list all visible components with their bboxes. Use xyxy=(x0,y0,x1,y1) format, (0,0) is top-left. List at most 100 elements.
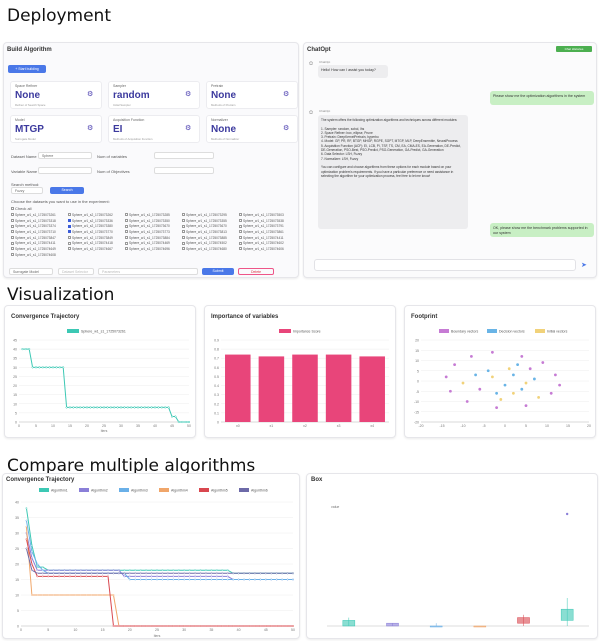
algorithm-card[interactable]: Acquisition Function EI Methods of Acquisi… xyxy=(108,115,200,143)
dataset-name: Sphere_w1_s1_1725073885 xyxy=(186,235,227,240)
dataset-checkbox[interactable]: Sphere_w1_s1_1725073261 xyxy=(11,213,68,217)
dataset-checkbox[interactable]: Sphere_w1_s1_1725073813 xyxy=(182,230,239,234)
dataset-checkbox[interactable]: Sphere_w1_s1_1725073355 xyxy=(182,219,239,223)
data-point xyxy=(107,575,109,578)
dataset-checkbox[interactable]: Sphere_w1_s1_1725073670 xyxy=(125,224,182,228)
gear-icon[interactable]: ⚙ xyxy=(87,125,95,132)
dataset-checkbox[interactable]: Sphere_w1_s1_1725074411 xyxy=(239,236,296,240)
dataset-checkbox[interactable]: Sphere_w1_s2_1725073380 xyxy=(68,224,125,228)
dataset-checkbox[interactable]: Sphere_w1_s1_1725074606 xyxy=(239,247,296,251)
scatter-point xyxy=(516,363,519,366)
data-point xyxy=(210,575,213,578)
dataset-checkbox[interactable]: Sphere_w1_s2_1725074667 xyxy=(68,247,125,251)
search-method-select[interactable]: Fuzzy xyxy=(11,187,43,194)
dataset-checkbox[interactable]: Sphere_w1_s1_1725073374 xyxy=(11,224,68,228)
dataset-checkbox[interactable]: Sphere_w1_s1_1725073295 xyxy=(182,213,239,217)
data-point xyxy=(51,366,55,369)
algorithm-card[interactable]: Space Refiner None Refiner of Search Space… xyxy=(10,81,102,109)
algorithm-card[interactable]: Normalizer None Methods of Normalizer ⚙ xyxy=(206,115,298,143)
dataset-checkbox[interactable]: Sphere_w1_s2_1725073770 xyxy=(68,230,125,234)
chat-message-user: Please show me the optimization algorith… xyxy=(490,91,594,105)
data-point xyxy=(79,572,82,575)
dataset-checkbox[interactable]: Sphere_w1_s1_1725074649 xyxy=(11,247,68,251)
dataset-checkbox[interactable]: Sphere_w1_s1_1725073318 xyxy=(11,219,68,223)
data-point xyxy=(107,594,109,596)
submit-button[interactable]: Submit xyxy=(202,268,234,275)
dataset-checkbox[interactable]: Sphere_w1_s1_1725073773 xyxy=(125,230,182,234)
dataset-checkbox[interactable]: Sphere_w1_s1_1725074608 xyxy=(11,253,68,257)
num-variables-input[interactable] xyxy=(154,152,214,159)
legend-swatch xyxy=(199,488,209,492)
x-tick-label: 40 xyxy=(153,424,157,428)
checkbox-icon xyxy=(68,247,71,251)
dataset-checkbox[interactable]: Sphere_w1_s1_1725073503 xyxy=(239,213,296,217)
check-all-checkbox[interactable]: Check all xyxy=(11,206,31,211)
gear-icon[interactable]: ⚙ xyxy=(185,125,193,132)
start-building-button[interactable]: + Start building xyxy=(8,65,46,73)
data-point xyxy=(226,578,229,581)
dataset-checkbox[interactable]: Sphere_w1_s1_1725074602 xyxy=(239,241,296,245)
dataset-checkbox[interactable]: Sphere_w1_s1_1725073670 xyxy=(182,224,239,228)
algorithm-card[interactable]: Sampler random Initial Sampler ⚙ xyxy=(108,81,200,109)
dataset-name: Sphere_w1_s1_1725073791 xyxy=(243,224,284,229)
dataset-checkbox[interactable]: Sphere_w1_s1_1725074696 xyxy=(125,247,182,251)
data-point xyxy=(188,572,191,575)
dataset-checkbox[interactable]: Sphere_w1_s1_1725073350 xyxy=(125,219,182,223)
dataset-name: Sphere_w1_s2_1725073770 xyxy=(72,229,113,234)
dataset-checkbox[interactable]: Sphere_w1_s1_1725074411 xyxy=(11,241,68,245)
gear-icon[interactable]: ⚙ xyxy=(185,91,193,98)
data-point xyxy=(215,625,218,627)
dataset-checkbox[interactable]: Sphere_w1_s2_1725073262 xyxy=(68,213,125,217)
delete-button[interactable]: Delete xyxy=(238,268,274,275)
variable-name-input[interactable] xyxy=(38,167,92,174)
parameters-input[interactable]: Parameters xyxy=(98,268,198,275)
data-point xyxy=(150,569,153,572)
y-tick-label: 5 xyxy=(17,609,19,613)
num-objectives-input[interactable] xyxy=(154,167,214,174)
scatter-point xyxy=(549,391,553,395)
dataset-checkbox[interactable]: Sphere_w1_s1_1725073285 xyxy=(125,213,182,217)
data-point xyxy=(25,547,28,550)
dataset-checkbox[interactable]: Sphere_w1_s1_1725073791 xyxy=(239,224,296,228)
dataset-checkbox[interactable]: Sphere_w1_s2_1725074418 xyxy=(68,241,125,245)
dataset-checkbox[interactable]: Sphere_w1_s1_1725073847 xyxy=(11,236,68,240)
send-icon[interactable]: ➤ xyxy=(581,261,587,269)
bar xyxy=(292,354,318,422)
data-point xyxy=(139,572,142,575)
algorithm-card[interactable]: Pretrain None Methods of Pretrain ⚙ xyxy=(206,81,298,109)
data-point xyxy=(215,569,218,572)
data-point xyxy=(275,578,278,581)
dataset-checkbox[interactable]: Sphere_w1_s1_1725074680 xyxy=(182,247,239,251)
chat-histories-tab[interactable]: Chat Histories xyxy=(556,46,592,52)
dataset-checkbox[interactable]: Sphere_w1_s1_1725073885 xyxy=(182,236,239,240)
x-tick-label: 30 xyxy=(182,628,186,632)
dataset-checkbox[interactable]: Sphere_w1_s1_1725074469 xyxy=(125,241,182,245)
y-tick-label: 35 xyxy=(13,357,17,361)
dataset-checkbox[interactable]: Sphere_w1_s1_1725073538 xyxy=(239,219,296,223)
gear-icon[interactable]: ⚙ xyxy=(283,91,291,98)
dataset-checkbox[interactable]: Sphere_w1_s2_1725073336 xyxy=(68,219,125,223)
data-point xyxy=(128,575,131,578)
search-button[interactable]: Search xyxy=(50,187,84,194)
dataset-checkbox[interactable]: Sphere_w1_s1_1725073710 xyxy=(11,230,68,234)
dataset-checkbox[interactable]: Sphere_w1_s1_1725073884 xyxy=(125,236,182,240)
data-point xyxy=(25,538,28,541)
section-title-deployment: Deployment xyxy=(7,6,111,26)
surrogate-model-select[interactable]: Surrogate Model xyxy=(9,268,53,275)
dataset-name-input[interactable]: Sphere xyxy=(38,152,92,159)
algorithm-card[interactable]: Model MTGP Surrogate Model ⚙ xyxy=(10,115,102,143)
dataset-checkbox[interactable]: Sphere_w1_s2_1725073849 xyxy=(68,236,125,240)
dataset-checkbox[interactable]: Sphere_w1_s1_1725073861 xyxy=(239,230,296,234)
x-tick-label: 0 xyxy=(18,424,20,428)
x-tick-label: 15 xyxy=(566,424,570,428)
checkbox-icon xyxy=(182,224,185,228)
y-tick-label: 5 xyxy=(417,369,419,373)
dataset-list: Sphere_w1_s1_1725073261 Sphere_w1_s2_1725… xyxy=(11,212,298,258)
dataset-checkbox[interactable]: Sphere_w1_s1_1725074502 xyxy=(182,241,239,245)
chat-input[interactable] xyxy=(314,259,576,271)
gear-icon[interactable]: ⚙ xyxy=(87,91,95,98)
bar xyxy=(258,356,285,422)
dataset-selector-select[interactable]: Dataset Selector xyxy=(58,268,94,275)
gear-icon[interactable]: ⚙ xyxy=(283,125,291,132)
bot-avatar-icon: ☺ xyxy=(308,110,315,116)
